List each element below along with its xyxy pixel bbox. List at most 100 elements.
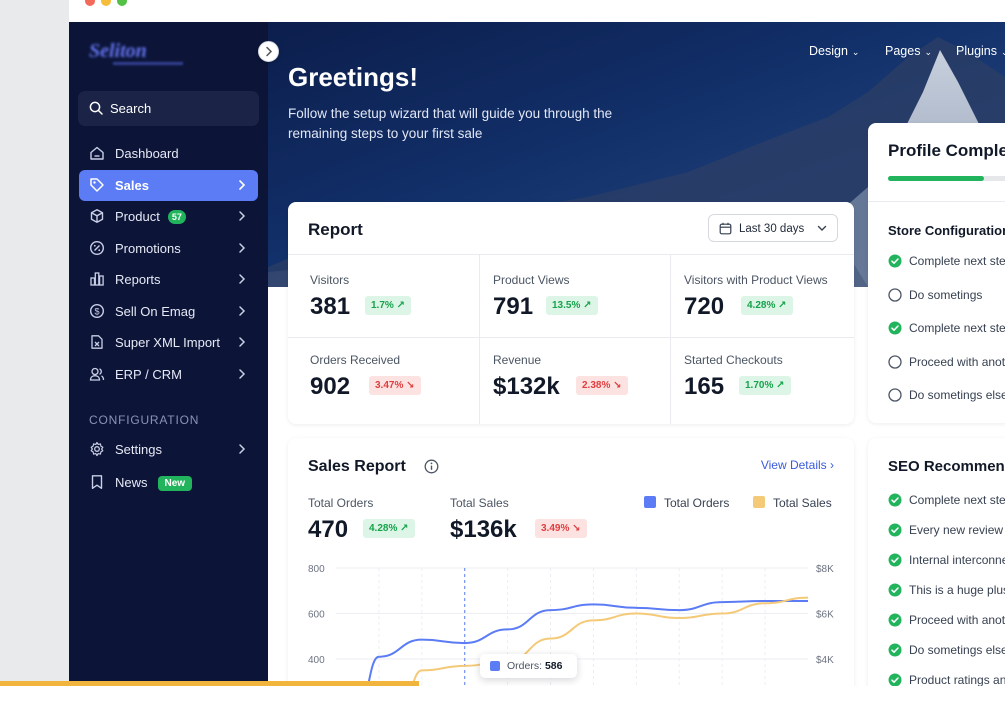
task-label: Proceed with another: [909, 613, 1005, 627]
empty-circle-icon: [888, 287, 902, 302]
sidebar-item-promotions[interactable]: Promotions: [79, 233, 258, 264]
tooltip-swatch: [490, 661, 500, 671]
view-details-label: View Details: [760, 458, 827, 472]
app-window: Seliton Search Dashboard Sales Product 57…: [0, 0, 1005, 702]
metric-product-views: Product Views 791 13.5% ↗: [493, 273, 598, 320]
metric-change-badge: 4.28% ↗: [741, 296, 793, 315]
metric-value: 381: [310, 293, 351, 320]
calendar-icon: [719, 222, 732, 235]
task-item[interactable]: Complete next step: [888, 254, 1005, 268]
divider: [288, 254, 854, 255]
task-item[interactable]: Product ratings and: [888, 673, 1005, 687]
chevron-right-icon: [239, 306, 246, 316]
task-item[interactable]: Complete next step: [888, 321, 1005, 335]
trend-down-icon: ↘: [406, 380, 415, 391]
check-circle-icon: [888, 321, 902, 335]
product-count-badge: 57: [167, 210, 186, 224]
chevron-right-icon: ›: [830, 458, 834, 472]
check-circle-icon: [888, 254, 902, 268]
sidebar-item-reports[interactable]: Reports: [79, 264, 258, 295]
sidebar-item-erp-crm[interactable]: ERP / CRM: [79, 359, 258, 390]
task-item[interactable]: Internal interconnect: [888, 553, 1005, 567]
empty-circle-icon: [888, 388, 902, 402]
task-item[interactable]: Complete next step: [888, 493, 1005, 507]
metric-label: Revenue: [493, 353, 542, 367]
y-left-tick-label: 400: [308, 655, 325, 666]
metric-value: 165: [684, 373, 725, 400]
task-item[interactable]: Do sometings: [888, 288, 982, 302]
task-label: Do sometings else: [909, 643, 1005, 657]
legend-swatch: [753, 496, 765, 508]
file-import-icon: [91, 335, 103, 349]
topnav-plugins[interactable]: Plugins ⌄: [956, 44, 1005, 58]
task-label: Internal interconnect: [909, 553, 1005, 567]
check-circle-icon: [888, 523, 902, 537]
metric-change-badge: 3.47% ↘: [369, 376, 421, 395]
report-title: Report: [308, 220, 363, 239]
maximize-window-button[interactable]: [117, 0, 127, 6]
sidebar-item-settings[interactable]: Settings: [79, 434, 258, 465]
bottom-margin: [0, 686, 1005, 702]
topnav-label: Pages: [885, 44, 921, 58]
sidebar-item-sell-on-emag[interactable]: $ Sell On Emag: [79, 296, 258, 327]
view-details-link[interactable]: View Details ›: [761, 458, 834, 472]
search-input[interactable]: Search: [78, 91, 259, 126]
news-new-badge: New: [157, 476, 193, 491]
sidebar-item-label: Super XML Import: [115, 335, 221, 350]
trend-up-icon: ↗: [778, 300, 787, 311]
legend-total-sales[interactable]: Total Sales: [753, 496, 832, 510]
task-item[interactable]: Do sometings else: [888, 643, 1005, 657]
y-right-tick-label: $8K: [816, 564, 834, 575]
sidebar-item-dashboard[interactable]: Dashboard: [79, 138, 258, 169]
home-icon: [90, 146, 104, 160]
task-item[interactable]: Proceed with another: [888, 355, 1005, 369]
chevron-right-icon: [239, 211, 246, 221]
search-icon: [89, 101, 103, 115]
metric-label: Total Sales: [450, 496, 509, 510]
chevron-right-icon: [239, 243, 246, 253]
check-circle-icon: [888, 493, 902, 507]
metric-orders-received: Orders Received 902 3.47% ↘: [310, 353, 421, 400]
legend-label: Total Orders: [664, 496, 730, 510]
trend-up-icon: ↗: [396, 300, 405, 311]
topnav-design[interactable]: Design ⌄: [809, 44, 859, 58]
task-label: Do sometings else: [909, 388, 1005, 402]
task-item[interactable]: Do sometings else: [888, 388, 1005, 402]
topnav-pages[interactable]: Pages ⌄: [885, 44, 932, 58]
sidebar-item-super-xml-import[interactable]: Super XML Import: [79, 327, 258, 358]
legend-total-orders[interactable]: Total Orders: [644, 496, 729, 510]
sidebar-item-news[interactable]: News New: [79, 467, 258, 498]
date-range-select[interactable]: Last 30 days: [708, 214, 838, 242]
change-value: 1.7%: [371, 300, 394, 311]
tooltip-text: Orders: 586: [507, 660, 562, 672]
task-label: This is a huge plus: [909, 583, 1005, 597]
chevron-right-icon: [239, 337, 246, 347]
task-label: Complete next step: [909, 321, 1005, 335]
task-item[interactable]: Proceed with another: [888, 613, 1005, 627]
task-label: Complete next step: [909, 493, 1005, 507]
sidebar-item-product[interactable]: Product 57: [79, 201, 258, 232]
metric-label: Visitors: [310, 273, 350, 287]
metric-change-badge: 1.70% ↗: [739, 376, 791, 395]
y-left-tick-label: 800: [308, 564, 325, 575]
task-item[interactable]: This is a huge plus: [888, 583, 1005, 597]
empty-circle-icon: [888, 354, 902, 369]
minimize-window-button[interactable]: [101, 0, 111, 6]
bookmark-icon: [91, 475, 103, 489]
sidebar-item-sales[interactable]: Sales: [79, 170, 258, 201]
task-label: Every new review: [909, 523, 1004, 537]
divider: [670, 254, 671, 424]
y-right-tick-label: $4K: [816, 655, 834, 666]
task-item[interactable]: Every new review: [888, 523, 1003, 537]
sidebar-item-label: Dashboard: [115, 146, 179, 161]
metric-visitors-with-product-views: Visitors with Product Views 720 4.28% ↗: [684, 273, 828, 320]
sidebar-item-label: Reports: [115, 272, 161, 287]
check-circle-icon: [888, 643, 902, 657]
close-window-button[interactable]: [85, 0, 95, 6]
metric-change-badge: 13.5% ↗: [546, 296, 598, 315]
metric-change-badge: 2.38% ↘: [576, 376, 628, 395]
sidebar-collapse-button[interactable]: [258, 41, 279, 62]
brand-logo[interactable]: Seliton: [89, 40, 147, 62]
info-icon[interactable]: [424, 459, 439, 474]
trend-up-icon: ↗: [583, 300, 592, 311]
